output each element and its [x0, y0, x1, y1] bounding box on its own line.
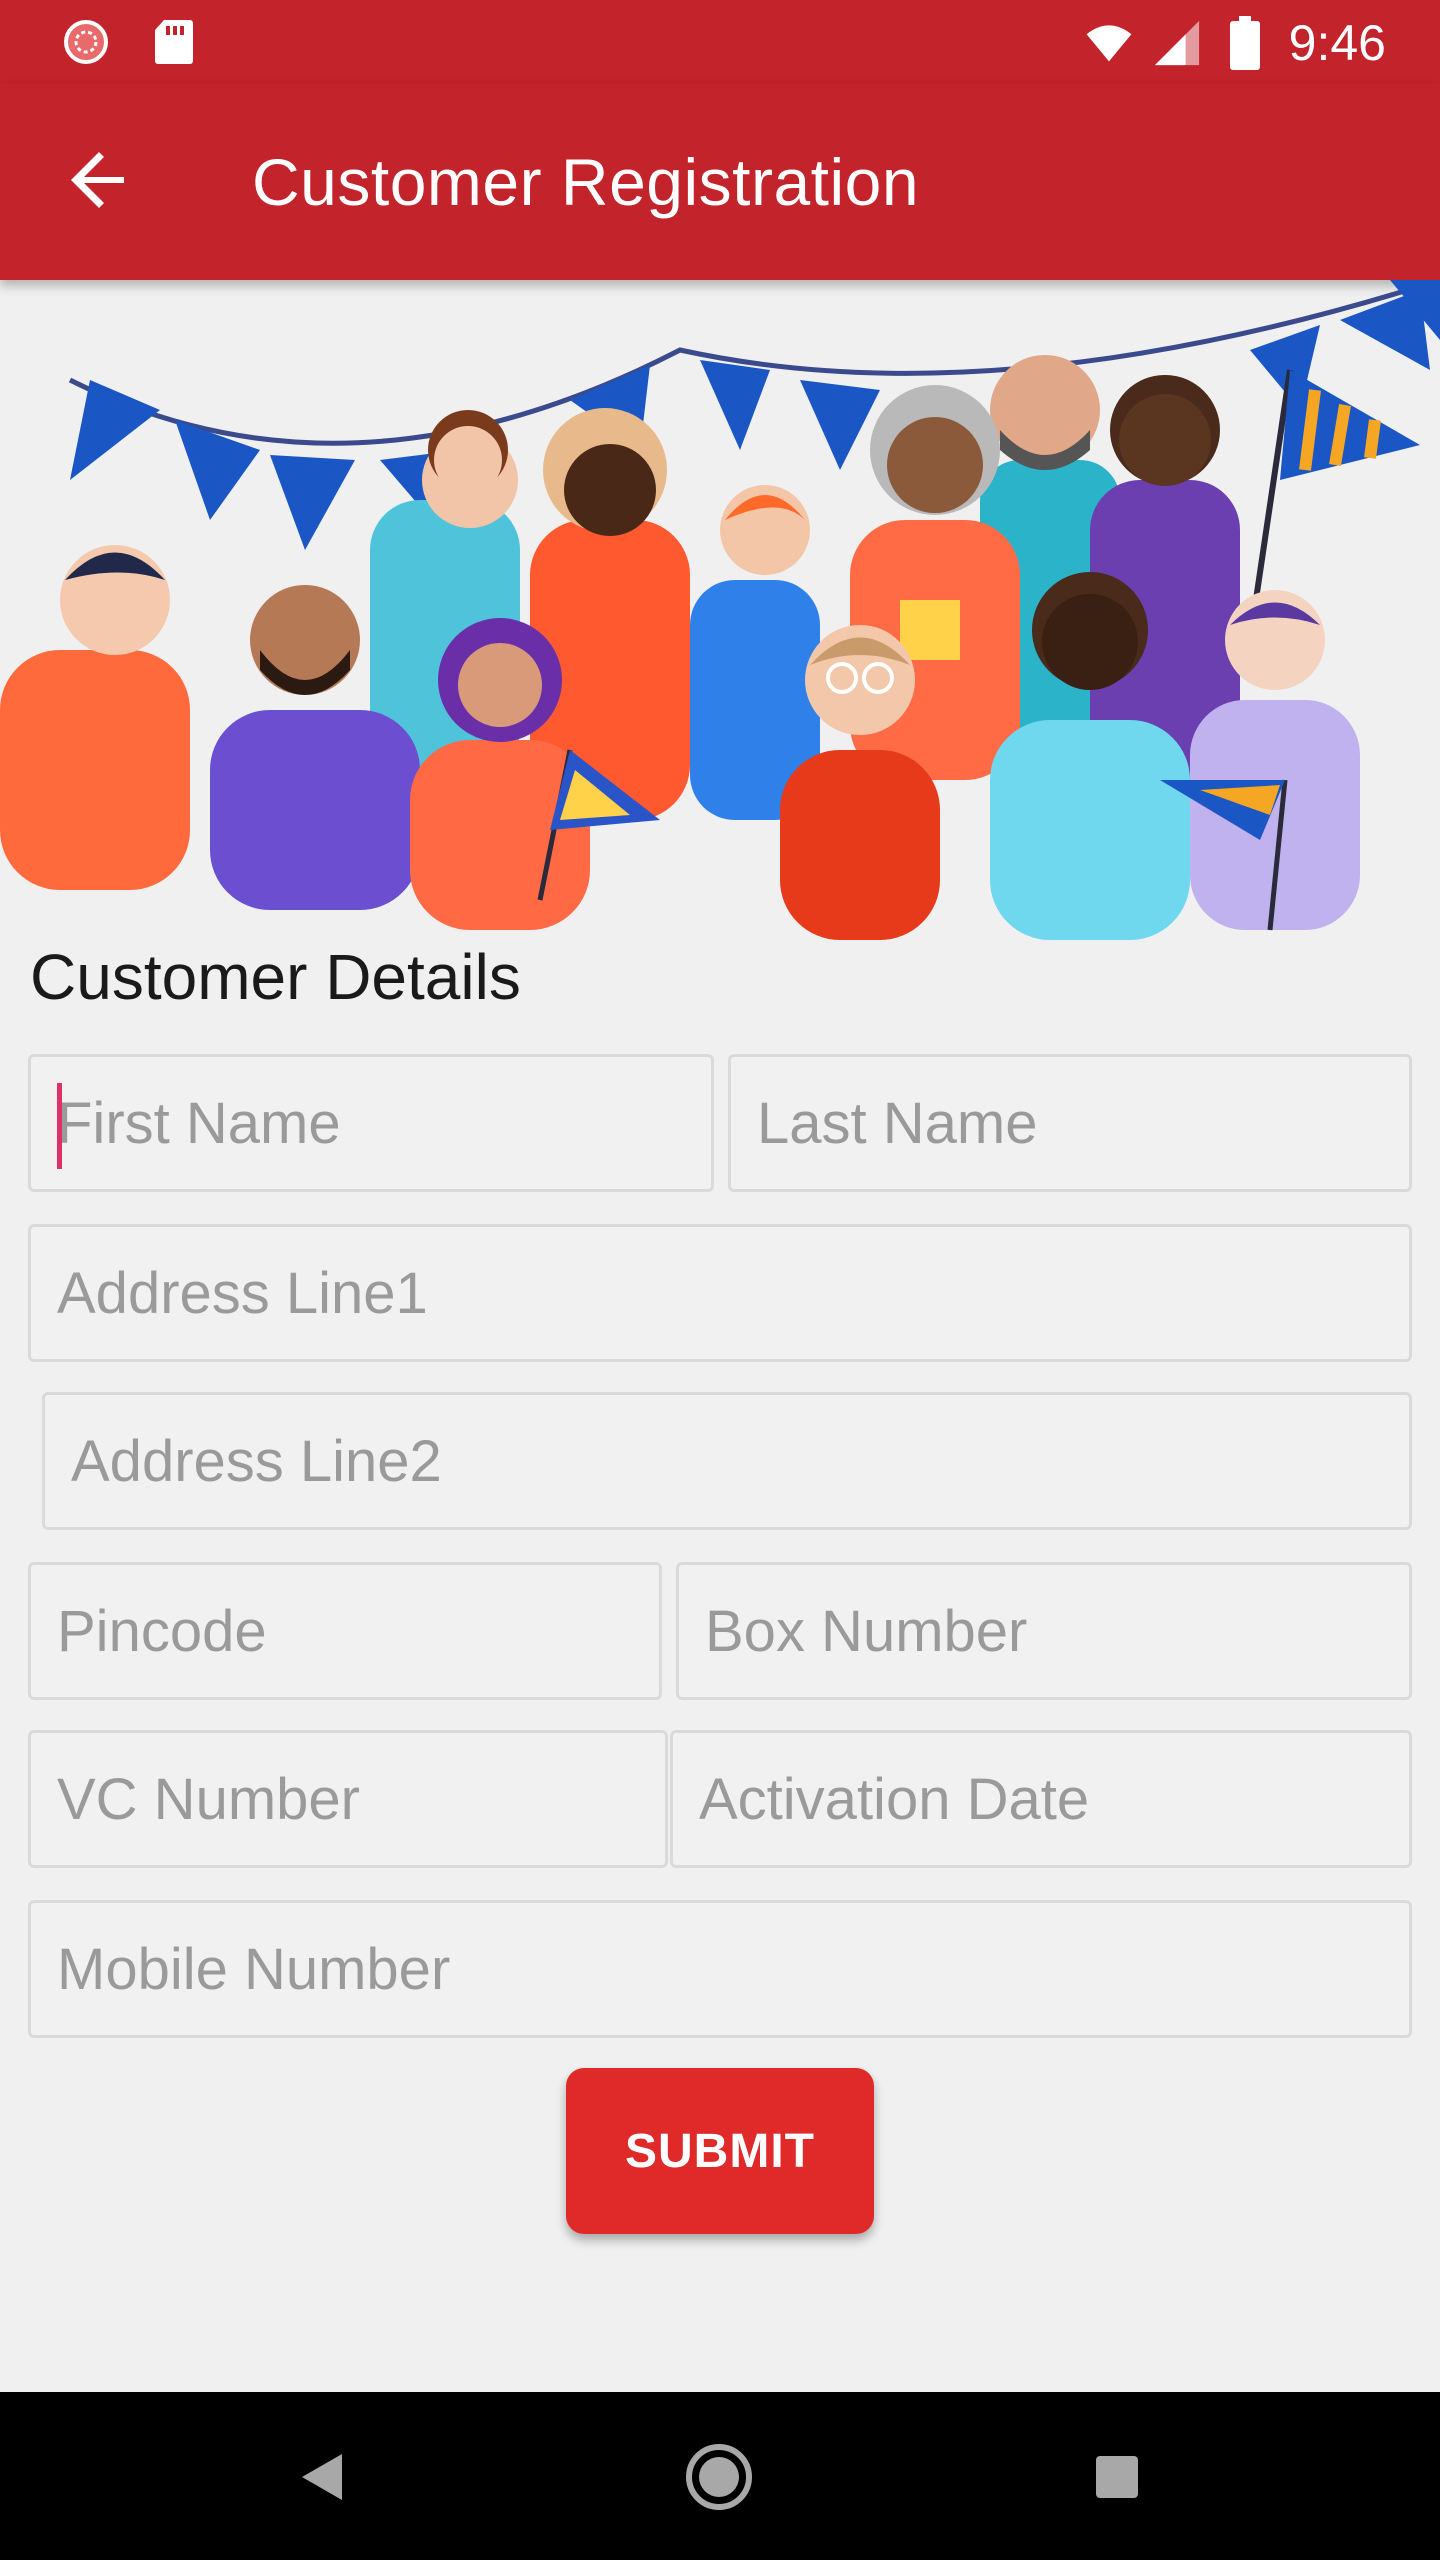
- battery-icon: [1221, 16, 1269, 70]
- status-bar: 9:46: [0, 0, 1440, 84]
- wifi-icon: [1085, 19, 1133, 67]
- last-name-input[interactable]: [731, 1057, 1409, 1189]
- vc-number-field[interactable]: [28, 1730, 668, 1868]
- nav-back-button[interactable]: [276, 2432, 366, 2522]
- address-line1-field[interactable]: [28, 1224, 1412, 1362]
- pincode-input[interactable]: [31, 1565, 659, 1697]
- box-number-input[interactable]: [679, 1565, 1409, 1697]
- text-cursor: [57, 1083, 62, 1169]
- vc-number-input[interactable]: [31, 1733, 665, 1865]
- activation-date-input[interactable]: [673, 1733, 1409, 1865]
- pincode-field[interactable]: [28, 1562, 662, 1700]
- hero-illustration: [0, 277, 1440, 940]
- last-name-field[interactable]: [728, 1054, 1412, 1192]
- address-line2-input[interactable]: [45, 1395, 1409, 1527]
- status-clock: 9:46: [1288, 15, 1386, 71]
- page-title: Customer Registration: [252, 145, 920, 219]
- mobile-number-input[interactable]: [31, 1903, 1409, 2035]
- app-notification-icon: [62, 18, 110, 66]
- box-number-field[interactable]: [676, 1562, 1412, 1700]
- address-line2-field[interactable]: [42, 1392, 1412, 1530]
- home-circle-icon: [686, 2444, 752, 2510]
- back-button[interactable]: [48, 128, 152, 232]
- mobile-number-field[interactable]: [28, 1900, 1412, 2038]
- back-triangle-icon: [302, 2454, 342, 2500]
- activation-date-field[interactable]: [670, 1730, 1412, 1868]
- arrow-left-icon: [71, 152, 124, 208]
- address-line1-input[interactable]: [31, 1227, 1409, 1359]
- app-bar: Customer Registration: [0, 84, 1440, 280]
- nav-recents-button[interactable]: [1072, 2432, 1162, 2522]
- system-nav-bar: [0, 2392, 1440, 2560]
- nav-home-button[interactable]: [674, 2432, 764, 2522]
- first-name-field[interactable]: [28, 1054, 714, 1192]
- sd-card-icon: [150, 18, 198, 66]
- section-title: Customer Details: [30, 941, 521, 1013]
- first-name-input[interactable]: [31, 1057, 711, 1189]
- recents-square-icon: [1096, 2456, 1138, 2498]
- submit-button[interactable]: SUBMIT: [566, 2068, 874, 2234]
- signal-icon: [1153, 19, 1201, 67]
